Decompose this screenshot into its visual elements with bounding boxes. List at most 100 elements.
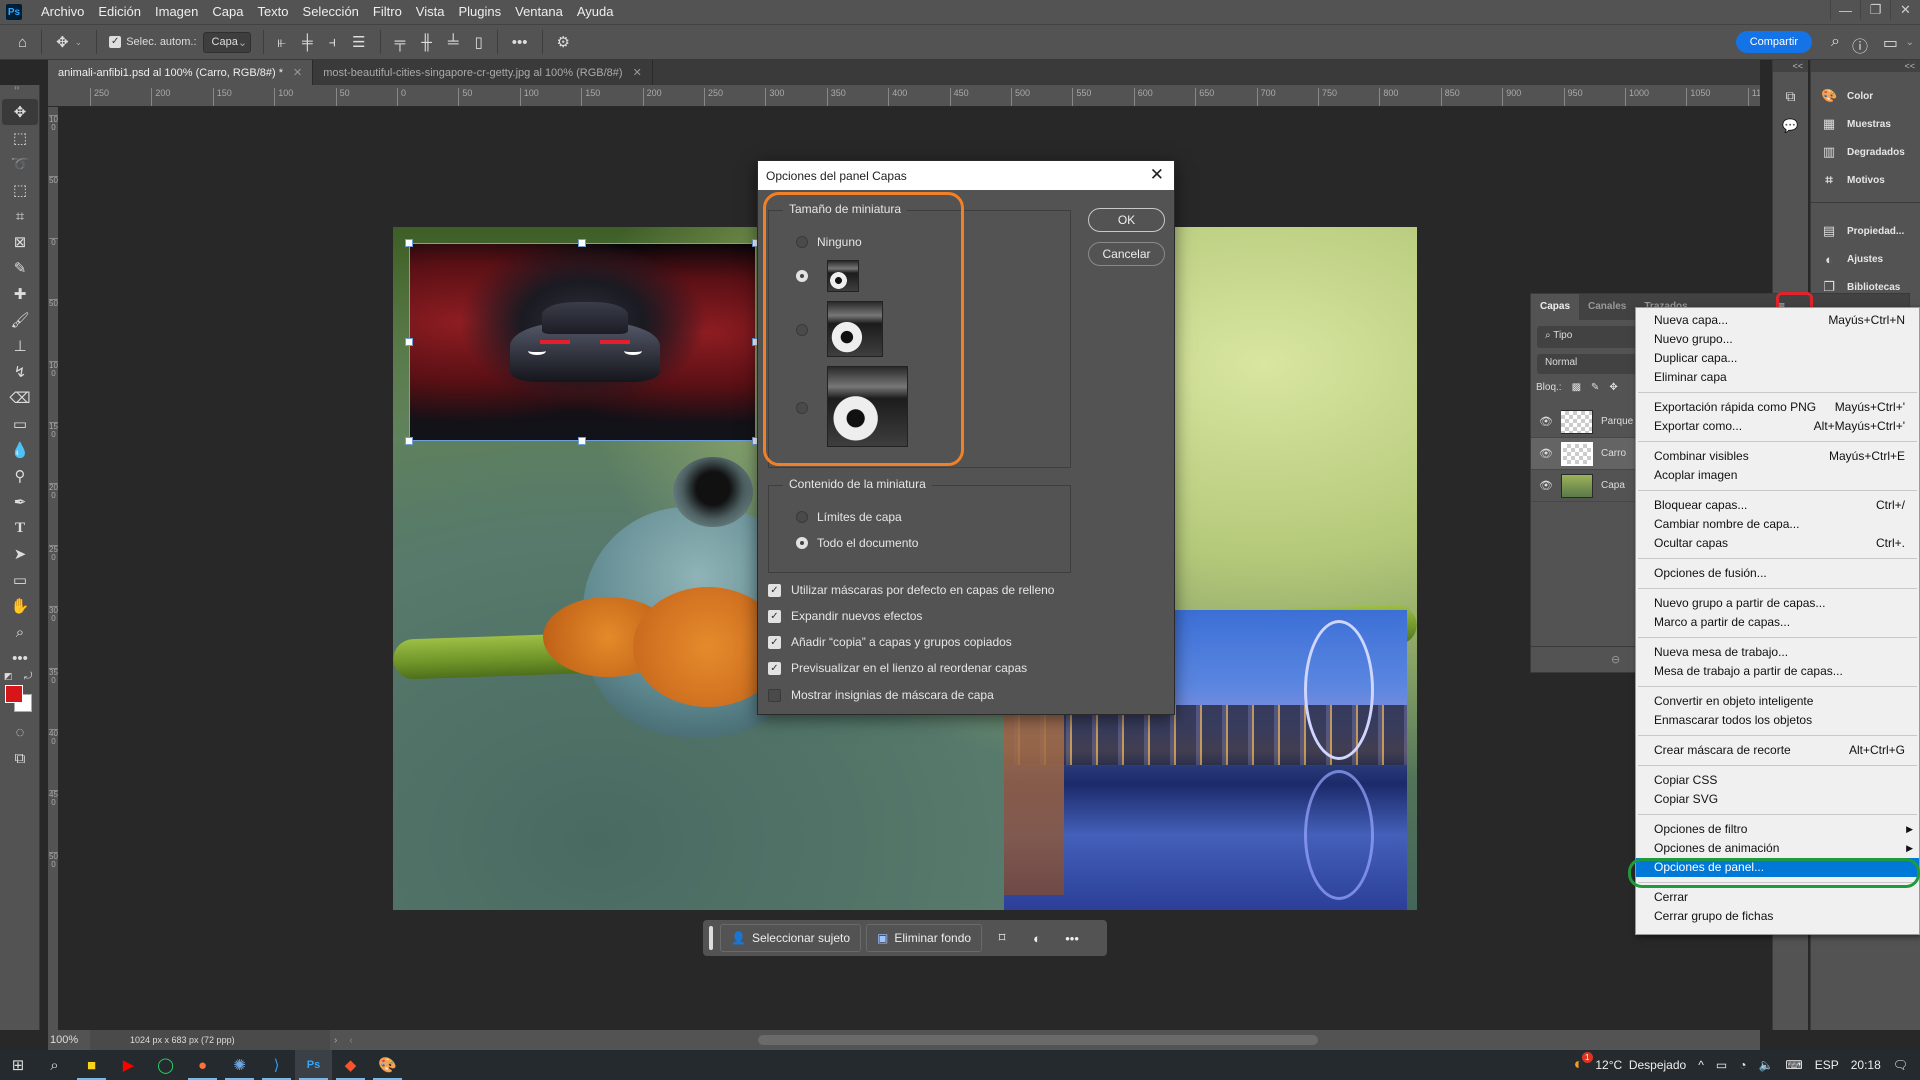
chevron-right-icon[interactable]: › (334, 1035, 337, 1046)
menu-imagen[interactable]: Imagen (148, 0, 205, 24)
close-icon[interactable]: ✕ (1150, 165, 1164, 185)
align-top-icon[interactable]: ╤ (387, 34, 414, 51)
checkbox-default-masks[interactable]: ✓ Utilizar máscaras por defecto en capas … (768, 583, 1054, 597)
history-icon[interactable]: ⧉ (1773, 80, 1808, 112)
marquee-tool-icon[interactable]: ⬚ (2, 125, 38, 151)
healing-brush-tool-icon[interactable]: ✚ (2, 281, 38, 307)
eye-icon[interactable]: 👁 (1531, 447, 1561, 460)
brush-tool-icon[interactable]: 🖌 (2, 307, 38, 333)
menu-item[interactable]: Convertir en objeto inteligente (1636, 692, 1919, 711)
default-colors-icon[interactable]: ◩ (4, 671, 13, 682)
close-window-button[interactable]: ✕ (1890, 0, 1920, 20)
collapse-button[interactable]: << (1811, 60, 1920, 72)
menu-item[interactable]: Exportación rápida como PNG Mayús+Ctrl+' (1636, 398, 1919, 417)
tab-canales[interactable]: Canales (1579, 294, 1635, 320)
eraser-tool-icon[interactable]: ⌫ (2, 385, 38, 411)
menu-item[interactable]: Cambiar nombre de capa... (1636, 515, 1919, 534)
screen-mode-icon[interactable]: ⧉ (2, 745, 38, 771)
menu-item[interactable]: Nuevo grupo a partir de capas... (1636, 594, 1919, 613)
clock[interactable]: 20:18 (1851, 1058, 1881, 1072)
menu-vista[interactable]: Vista (409, 0, 452, 24)
hand-tool-icon[interactable]: ✋ (2, 593, 38, 619)
weather-icon[interactable]: ◐ 1 (1574, 1052, 1593, 1074)
zoom-tool-icon[interactable]: ⌕ (2, 619, 38, 645)
checkbox-preview-reorder[interactable]: ✓ Previsualizar en el lienzo al reordenar… (768, 661, 1027, 675)
sticky-notes-icon[interactable]: ■ (73, 1050, 110, 1080)
search-icon[interactable]: ⌕ (1831, 33, 1840, 51)
share-button[interactable]: Compartir (1735, 31, 1812, 53)
radio-thumb-medium[interactable] (796, 324, 808, 336)
language-indicator[interactable]: ESP (1815, 1058, 1839, 1072)
cancel-button[interactable]: Cancelar (1088, 242, 1165, 266)
zoom-level[interactable]: 100% (48, 1034, 90, 1046)
path-selection-tool-icon[interactable]: ➤ (2, 541, 38, 567)
photoshop-icon[interactable]: Ps (295, 1050, 332, 1080)
checkbox-expand-effects[interactable]: ✓ Expandir nuevos efectos (768, 609, 922, 623)
tab-animali-anfibi[interactable]: animali-anfibi1.psd al 100% (Carro, RGB/… (48, 60, 314, 85)
rectangle-tool-icon[interactable]: ▭ (2, 567, 38, 593)
scroll-left-icon[interactable]: ‹ (349, 1035, 352, 1046)
home-icon[interactable]: ⌂ (0, 34, 35, 51)
document-info[interactable]: 1024 px x 683 px (72 ppp) (90, 1030, 330, 1050)
menu-archivo[interactable]: Archivo (34, 0, 91, 24)
menu-item[interactable]: Opciones de animación ▶ (1636, 839, 1919, 858)
clone-stamp-tool-icon[interactable]: ⊥ (2, 333, 38, 359)
menu-plugins[interactable]: Plugins (451, 0, 508, 24)
align-middle-v-icon[interactable]: ╫ (413, 34, 440, 51)
auto-select-target-dropdown[interactable]: Capa ⌄ (202, 31, 251, 53)
eye-icon[interactable]: 👁 (1531, 415, 1561, 428)
lock-position-icon[interactable]: ✥ (1609, 382, 1617, 393)
menu-item[interactable]: Copiar CSS (1636, 771, 1919, 790)
transform-icon[interactable]: ⌑ (987, 930, 1017, 946)
move-tool-icon[interactable]: ✥ (2, 99, 38, 125)
dodge-tool-icon[interactable]: ⚲ (2, 463, 38, 489)
menu-item[interactable]: Copiar SVG (1636, 790, 1919, 809)
transform-handle[interactable] (405, 338, 413, 346)
horizontal-scrollbar[interactable] (758, 1035, 1318, 1045)
menu-item[interactable]: Ocultar capas Ctrl+. (1636, 534, 1919, 553)
menu-capa[interactable]: Capa (205, 0, 250, 24)
distribute-v-icon[interactable]: ▯ (467, 33, 491, 51)
blend-mode-dropdown[interactable]: Normal (1537, 354, 1637, 374)
radio-thumb-small[interactable] (796, 270, 808, 282)
checkbox-mask-badges[interactable]: Mostrar insignias de máscara de capa (768, 688, 994, 702)
close-icon[interactable]: ✕ (293, 66, 302, 79)
vscode-icon[interactable]: ⟩ (258, 1050, 295, 1080)
menu-item[interactable]: Nueva capa... Mayús+Ctrl+N (1636, 311, 1919, 330)
restore-button[interactable]: ❐ (1860, 0, 1890, 20)
align-right-icon[interactable]: ⫞ (321, 34, 345, 51)
menu-item[interactable]: Opciones de fusión... (1636, 564, 1919, 583)
lock-transparency-icon[interactable]: ▩ (1572, 382, 1581, 393)
transform-handle[interactable] (405, 437, 413, 445)
collapse-button[interactable]: << (1773, 60, 1808, 72)
menu-item[interactable]: Nueva mesa de trabajo... (1636, 643, 1919, 662)
menu-ayuda[interactable]: Ayuda (570, 0, 621, 24)
comments-icon[interactable]: 💬 (1773, 112, 1808, 140)
workspace-icon[interactable]: ▭ (1883, 33, 1898, 53)
globe-app-icon[interactable]: ✺ (221, 1050, 258, 1080)
lock-paint-icon[interactable]: ✎ (1591, 382, 1599, 393)
menu-item[interactable]: Mesa de trabajo a partir de capas... (1636, 662, 1919, 681)
panel-gradients[interactable]: ▥ Degradados (1811, 138, 1920, 166)
minimize-button[interactable]: — (1830, 0, 1860, 20)
gear-icon[interactable]: ⚙ (549, 33, 578, 51)
menu-seleccion[interactable]: Selección (296, 0, 366, 24)
remove-background-button[interactable]: ▣ Eliminar fondo (866, 924, 983, 952)
more-icon[interactable]: ••• (1057, 931, 1087, 946)
menu-edicion[interactable]: Edición (91, 0, 148, 24)
radio-layer-bounds[interactable] (796, 511, 808, 523)
distribute-h-icon[interactable]: ☰ (344, 33, 373, 51)
lasso-tool-icon[interactable]: ➰ (2, 151, 38, 177)
more-options-icon[interactable]: ••• (504, 34, 536, 51)
panel-color[interactable]: 🎨 Color (1811, 82, 1920, 110)
battery-icon[interactable]: ▭ (1716, 1058, 1727, 1072)
close-icon[interactable]: ✕ (633, 66, 642, 79)
menu-item[interactable]: Cerrar grupo de fichas (1636, 907, 1919, 926)
menu-item[interactable]: Enmascarar todos los objetos (1636, 711, 1919, 730)
transform-handle[interactable] (405, 239, 413, 247)
checkbox-add-copy[interactable]: ✓ Añadir “copia” a capas y grupos copiado… (768, 635, 1012, 649)
menu-item[interactable]: Crear máscara de recorte Alt+Ctrl+G (1636, 741, 1919, 760)
drag-handle[interactable] (709, 926, 713, 950)
adjustment-icon[interactable]: ◐ (1022, 931, 1052, 946)
foreground-color-swatch[interactable] (5, 685, 23, 703)
